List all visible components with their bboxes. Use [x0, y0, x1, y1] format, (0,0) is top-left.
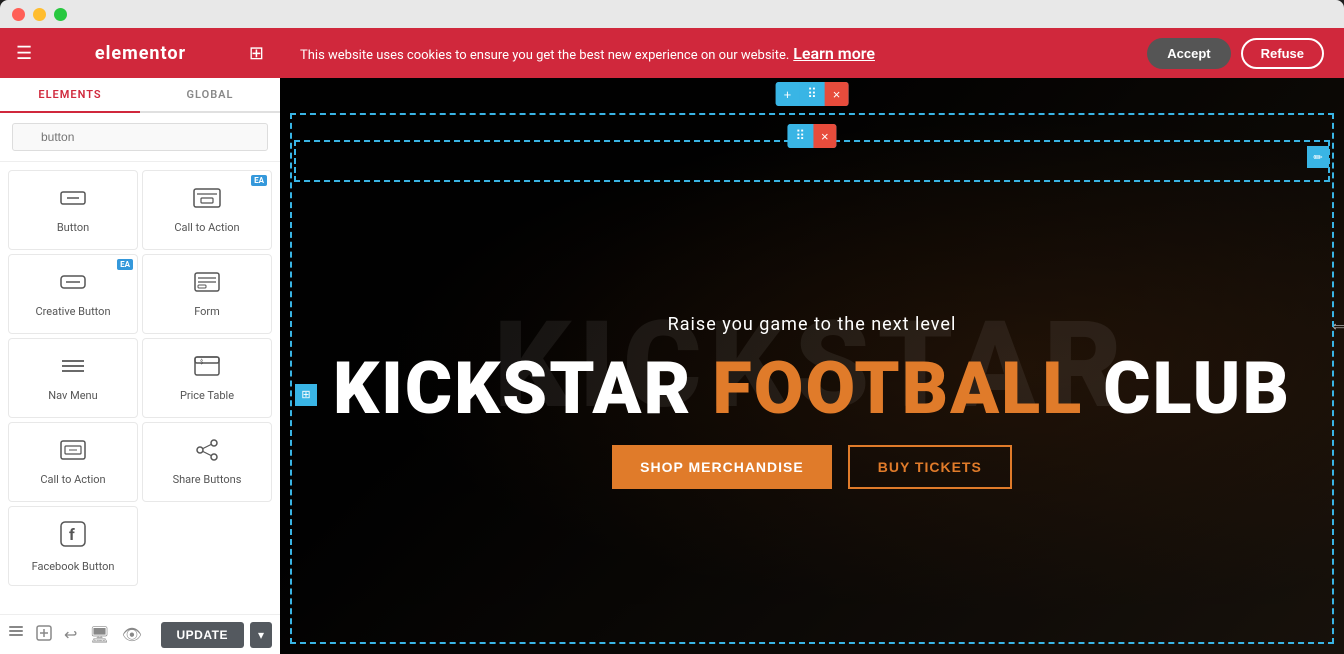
ea-badge: EA: [251, 175, 267, 186]
section-toolbar: + ⠿ ×: [776, 82, 849, 106]
desktop-icon[interactable]: 🖥: [89, 625, 109, 644]
hero-title-club: CLUB: [1103, 353, 1291, 425]
shop-merchandise-button[interactable]: SHOP MERCHANDISE: [612, 445, 832, 489]
canvas-area: KICKSTAR + ⠿ × ⠿ × ⊞ ✏: [280, 78, 1344, 654]
form-element-label: Form: [194, 305, 220, 318]
hero-title-football: FOOTBALL: [712, 353, 1083, 425]
section-add-button[interactable]: +: [776, 82, 800, 106]
hero-title-kickstar: KICKSTAR: [333, 353, 692, 425]
hero-section: KICKSTAR + ⠿ × ⠿ × ⊞ ✏: [280, 78, 1344, 654]
svg-text:f: f: [69, 525, 75, 544]
hero-tagline: Raise you game to the next level: [668, 314, 957, 335]
nav-menu-label: Nav Menu: [48, 389, 97, 402]
tab-global[interactable]: GLOBAL: [140, 78, 280, 111]
layers-icon[interactable]: [8, 625, 24, 645]
element-item-creative-button[interactable]: EA Creative Button: [8, 254, 138, 334]
element-item-button[interactable]: Button: [8, 170, 138, 250]
cookie-bar: This website uses cookies to ensure you …: [280, 28, 1344, 78]
cta2-label: Call to Action: [40, 473, 105, 486]
hero-buttons: SHOP MERCHANDISE BUY TICKETS: [612, 445, 1012, 489]
accept-button[interactable]: Accept: [1147, 38, 1230, 69]
elements-grid: Button EA Call to Action EA: [0, 162, 280, 614]
element-item-call-to-action[interactable]: EA Call to Action: [142, 170, 272, 250]
window-chrome: [0, 0, 1344, 28]
traffic-light-red[interactable]: [12, 8, 25, 21]
sidebar-tabs: ELEMENTS GLOBAL: [0, 78, 280, 113]
sidebar-bottom: ↩ 🖥 👁 UPDATE ▾: [0, 614, 280, 654]
cookie-buttons: Accept Refuse: [1147, 38, 1324, 69]
add-section-icon[interactable]: [36, 625, 52, 645]
price-table-label: Price Table: [180, 389, 234, 402]
section-close-button[interactable]: ×: [825, 82, 849, 106]
cookie-text: This website uses cookies to ensure you …: [300, 44, 875, 63]
undo-icon[interactable]: ↩: [64, 625, 77, 644]
form-element-icon: [193, 271, 221, 299]
cookie-learn-more-link[interactable]: Learn more: [793, 44, 875, 63]
button-element-label: Button: [57, 221, 89, 234]
buy-tickets-button[interactable]: BUY TICKETS: [848, 445, 1012, 489]
ea-badge-2: EA: [117, 259, 133, 270]
facebook-btn-icon: f: [59, 520, 87, 554]
sidebar: ☰ elementor ⊞ ELEMENTS GLOBAL 🔍: [0, 28, 280, 654]
element-item-price-table[interactable]: $ Price Table: [142, 338, 272, 418]
widget-close-button[interactable]: ×: [813, 124, 837, 148]
cta-element-label: Call to Action: [174, 221, 239, 234]
edit-widget-button[interactable]: ✏: [1307, 146, 1329, 168]
column-handle[interactable]: ⊞: [295, 384, 317, 406]
widget-move-button[interactable]: ⠿: [787, 124, 813, 148]
facebook-btn-label: Facebook Button: [32, 560, 115, 573]
traffic-light-green[interactable]: [54, 8, 67, 21]
element-item-facebook-button[interactable]: f Facebook Button: [8, 506, 138, 586]
grid-icon[interactable]: ⊞: [249, 43, 264, 64]
nav-menu-icon: [59, 355, 87, 383]
creative-btn-label: Creative Button: [35, 305, 110, 318]
element-item-nav-menu[interactable]: Nav Menu: [8, 338, 138, 418]
tab-elements[interactable]: ELEMENTS: [0, 78, 140, 113]
search-bar: 🔍: [0, 113, 280, 162]
element-item-cta2[interactable]: Call to Action: [8, 422, 138, 502]
update-button[interactable]: UPDATE: [161, 622, 244, 648]
creative-btn-icon: [59, 271, 87, 299]
share-buttons-label: Share Buttons: [173, 473, 242, 486]
resize-handle[interactable]: ⟺: [1332, 319, 1344, 335]
share-buttons-icon: [193, 439, 221, 467]
traffic-light-yellow[interactable]: [33, 8, 46, 21]
element-item-form[interactable]: Form: [142, 254, 272, 334]
update-dropdown-button[interactable]: ▾: [250, 622, 272, 648]
cta-element-icon: [193, 187, 221, 215]
sidebar-header: ☰ elementor ⊞: [0, 28, 280, 78]
cta2-icon: [59, 439, 87, 467]
refuse-button[interactable]: Refuse: [1241, 38, 1324, 69]
main-content: This website uses cookies to ensure you …: [280, 28, 1344, 654]
preview-icon[interactable]: 👁: [122, 625, 142, 644]
price-table-icon: $: [193, 355, 221, 383]
widget-toolbar: ⠿ ×: [787, 124, 836, 148]
hamburger-icon[interactable]: ☰: [16, 43, 32, 64]
element-item-share-buttons[interactable]: Share Buttons: [142, 422, 272, 502]
elementor-logo: elementor: [95, 43, 186, 64]
section-move-button[interactable]: ⠿: [799, 82, 825, 106]
button-element-icon: [59, 187, 87, 215]
search-input[interactable]: [12, 123, 268, 151]
